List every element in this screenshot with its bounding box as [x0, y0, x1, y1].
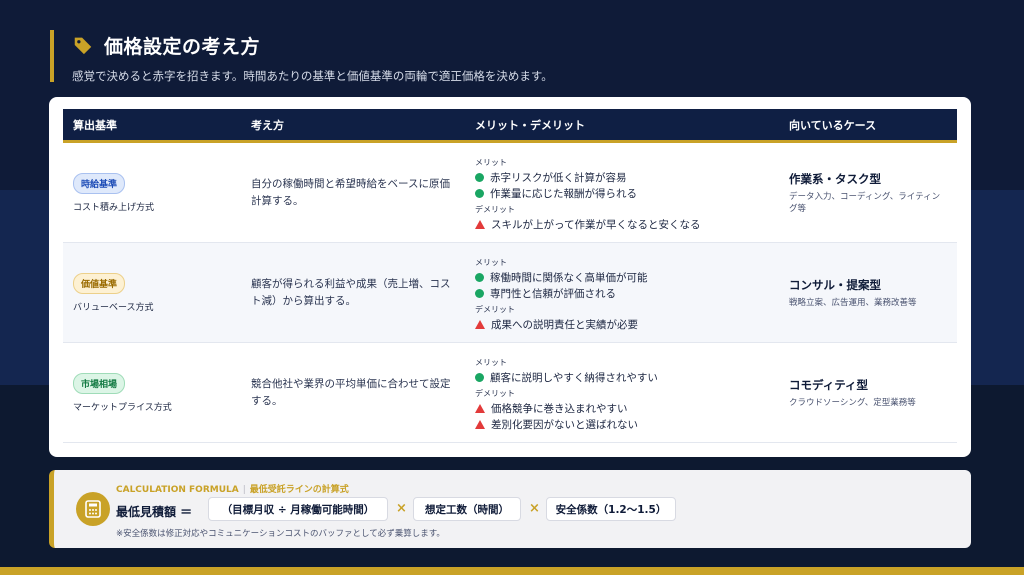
formula-term-hourly-rate: （目標月収 ÷ 月稼働可能時間） — [208, 497, 388, 521]
table-row: 市場相場 マーケットプライス方式 競合他社や業界の平均単価に合わせて設定する。 … — [63, 343, 957, 443]
basis-method: バリューベース方式 — [73, 302, 154, 313]
demerit-item: 価格競争に巻き込まれやすい — [475, 401, 779, 417]
merit-dot-icon — [475, 289, 484, 298]
formula-note: ※安全係数は修正対応やコミュニケーションコストのバッファとして必ず乗算します。 — [116, 529, 445, 539]
column-header-approach: 考え方 — [251, 118, 284, 132]
use-case-title: コモディティ型 — [789, 377, 869, 392]
merit-dot-icon — [475, 173, 484, 182]
tag-icon — [72, 34, 94, 56]
pricing-table: 算出基準 考え方 メリット・デメリット 向いているケース 時給基準 コスト積み上… — [63, 109, 957, 443]
warning-triangle-icon — [475, 404, 485, 413]
use-case-examples: クラウドソーシング、定型業務等 — [789, 397, 916, 408]
page-header: 価格設定の考え方 感覚で決めると赤字を招きます。時間あたりの基準と価値基準の両輪… — [50, 30, 553, 83]
merit-dot-icon — [475, 373, 484, 382]
approach-text: 競合他社や業界の平均単価に合わせて設定する。 — [251, 377, 451, 407]
use-case-examples: データ入力、コーディング、ライティング等 — [789, 191, 941, 214]
basis-badge: 時給基準 — [73, 172, 126, 194]
merit-dot-icon — [475, 189, 484, 198]
merit-item: 稼働時間に関係なく高単価が可能 — [475, 270, 779, 286]
formula-term-safety-factor: 安全係数（1.2〜1.5） — [546, 497, 676, 521]
use-case-examples: 戦略立案、広告運用、業務改善等 — [789, 297, 917, 308]
warning-triangle-icon — [475, 320, 485, 329]
calculation-formula-panel: CALCULATION FORMULA | 最低受託ラインの計算式 最低見積額 ＝ … — [49, 470, 971, 548]
formula-term-hours: 想定工数（時間） — [413, 497, 521, 521]
merit-item: 顧客に説明しやすく納得されやすい — [475, 370, 779, 386]
table-header: 算出基準 考え方 メリット・デメリット 向いているケース — [63, 109, 957, 143]
merit-dot-icon — [475, 273, 484, 282]
merit-item: 専門性と信頼が評価される — [475, 286, 779, 302]
basis-method: コスト積み上げ方式 — [73, 202, 155, 213]
column-header-basis: 算出基準 — [73, 118, 117, 132]
basis-badge: 価値基準 — [73, 272, 126, 294]
approach-text: 自分の稼働時間と希望時給をベースに原価計算する。 — [251, 177, 450, 207]
page-title: 価格設定の考え方 — [104, 35, 261, 58]
demerit-label: デメリット — [475, 388, 515, 398]
basis-badge: 市場相場 — [73, 372, 126, 394]
warning-triangle-icon — [475, 220, 485, 229]
demerit-item: スキルが上がって作業が早くなると安くなる — [475, 217, 779, 233]
table-row: 価値基準 バリューベース方式 顧客が得られる利益や成果（売上増、コスト減）から算… — [63, 243, 957, 343]
calculator-icon — [76, 492, 110, 526]
column-header-pros-cons: メリット・デメリット — [475, 118, 585, 132]
pros-cons-cell: メリット 赤字リスクが低く計算が容易 作業量に応じた報酬が得られる デメリット … — [465, 143, 779, 242]
formula-heading: CALCULATION FORMULA | 最低受託ラインの計算式 — [116, 485, 349, 495]
multiply-icon: × — [396, 501, 407, 516]
basis-method: マーケットプライス方式 — [73, 402, 172, 413]
merit-label: メリット — [475, 257, 507, 267]
page-subtitle: 感覚で決めると赤字を招きます。時間あたりの基準と価値基準の両輪で適正価格を決めま… — [72, 69, 553, 83]
demerit-item: 差別化要因がないと選ばれない — [475, 417, 779, 433]
merit-label: メリット — [475, 157, 507, 167]
demerit-label: デメリット — [475, 304, 515, 314]
demerit-label: デメリット — [475, 204, 515, 214]
approach-text: 顧客が得られる利益や成果（売上増、コスト減）から算出する。 — [251, 277, 451, 307]
pros-cons-cell: メリット 顧客に説明しやすく納得されやすい デメリット 価格競争に巻き込まれやす… — [465, 343, 779, 442]
table-row: 時給基準 コスト積み上げ方式 自分の稼働時間と希望時給をベースに原価計算する。 … — [63, 143, 957, 243]
use-case-title: 作業系・タスク型 — [789, 171, 881, 186]
use-case-title: コンサル・提案型 — [789, 277, 881, 292]
column-header-use-case: 向いているケース — [789, 118, 877, 132]
merit-item: 作業量に応じた報酬が得られる — [475, 186, 779, 202]
bottom-accent-bar — [0, 567, 1024, 575]
warning-triangle-icon — [475, 420, 485, 429]
demerit-item: 成果への説明責任と実績が必要 — [475, 317, 779, 333]
pros-cons-cell: メリット 稼働時間に関係なく高単価が可能 専門性と信頼が評価される デメリット … — [465, 243, 779, 342]
pricing-table-card: 算出基準 考え方 メリット・デメリット 向いているケース 時給基準 コスト積み上… — [49, 97, 971, 457]
multiply-icon: × — [529, 501, 540, 516]
merit-item: 赤字リスクが低く計算が容易 — [475, 170, 779, 186]
formula-label: 最低見積額 ＝ — [116, 505, 193, 519]
merit-label: メリット — [475, 357, 507, 367]
